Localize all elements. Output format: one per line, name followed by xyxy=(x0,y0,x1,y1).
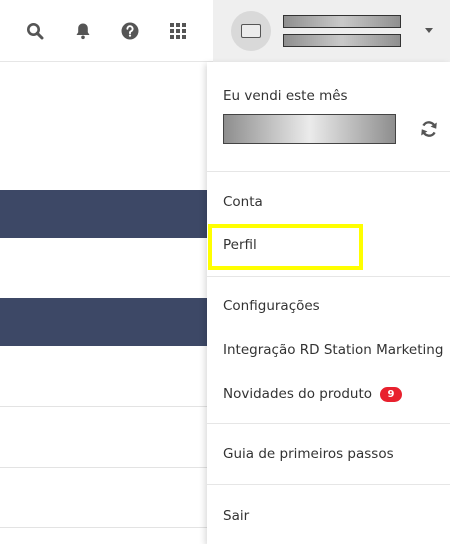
background-row-divider xyxy=(0,467,207,468)
user-menu-toggle[interactable] xyxy=(213,0,450,62)
bell-icon[interactable] xyxy=(72,20,94,42)
menu-item-guia[interactable]: Guia de primeiros passos xyxy=(223,446,394,462)
menu-divider xyxy=(207,171,450,172)
background-row-divider xyxy=(0,527,207,528)
menu-item-conta[interactable]: Conta xyxy=(223,194,263,210)
menu-divider xyxy=(207,484,450,485)
background-table-header xyxy=(0,190,207,238)
help-icon[interactable] xyxy=(119,20,141,42)
user-company-redacted xyxy=(283,34,401,47)
search-icon[interactable] xyxy=(24,20,46,42)
user-dropdown-menu: Eu vendi este mês Conta Perfil Configura… xyxy=(207,62,450,544)
chevron-down-icon[interactable] xyxy=(425,28,433,33)
apps-grid-icon[interactable] xyxy=(167,20,189,42)
refresh-icon[interactable] xyxy=(418,118,440,140)
background-table-header xyxy=(0,298,207,346)
menu-item-novidades-label: Novidades do produto xyxy=(223,386,373,402)
menu-item-novidades[interactable]: Novidades do produto 9 xyxy=(223,386,403,402)
background-row-divider xyxy=(0,406,207,407)
avatar-placeholder-icon xyxy=(241,24,261,38)
notification-badge: 9 xyxy=(380,387,403,402)
avatar[interactable] xyxy=(231,11,271,51)
highlight-box xyxy=(208,224,363,270)
sold-this-month-label: Eu vendi este mês xyxy=(223,88,348,104)
menu-item-sair[interactable]: Sair xyxy=(223,508,249,524)
menu-divider xyxy=(207,276,450,277)
menu-item-configuracoes[interactable]: Configurações xyxy=(223,298,320,314)
sold-this-month-value-redacted xyxy=(223,114,396,144)
menu-divider xyxy=(207,423,450,424)
user-name-redacted xyxy=(283,15,401,28)
top-bar xyxy=(0,0,450,62)
menu-item-integracao-rd-station[interactable]: Integração RD Station Marketing xyxy=(223,342,443,358)
